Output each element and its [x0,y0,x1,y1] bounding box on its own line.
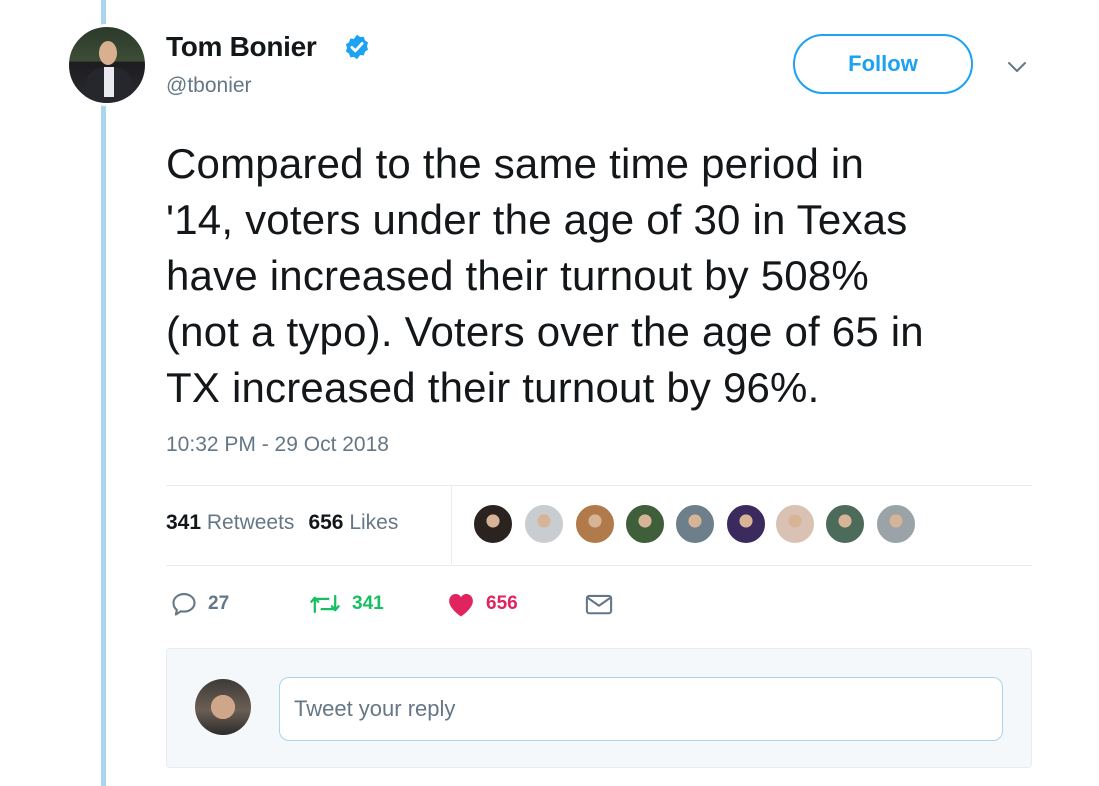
stats-divider [451,486,452,564]
liker-avatar[interactable] [472,503,514,545]
tweet-text-line: Compared to the same time period in [166,140,865,187]
divider [166,485,1032,486]
liker-avatar[interactable] [725,503,767,545]
reply-composer: Tweet your reply [166,648,1032,768]
retweet-button[interactable]: 341 [308,587,384,621]
liker-avatar[interactable] [674,503,716,545]
chevron-down-icon[interactable] [1006,58,1028,76]
retweets-stat[interactable]: 341 Retweets [166,511,294,534]
retweet-count: 341 [352,593,384,614]
tweet-text-line: have increased their turnout by 508% [166,252,869,299]
heart-icon [449,594,473,617]
envelope-icon [585,594,613,615]
liker-avatar[interactable] [774,503,816,545]
like-count: 656 [486,593,518,614]
author-avatar[interactable] [66,24,148,106]
liker-avatar[interactable] [824,503,866,545]
direct-message-button[interactable] [584,587,614,621]
tweet-stats: 341 Retweets 656 Likes [166,511,398,535]
tweet-text-line: '14, voters under the age of 30 in Texas [166,196,908,243]
like-button[interactable]: 656 [446,587,518,621]
thread-line [101,0,106,786]
liker-avatar[interactable] [574,503,616,545]
follow-button[interactable]: Follow [793,34,973,94]
reply-icon [172,593,196,616]
tweet-text: Compared to the same time period in '14,… [166,136,1046,416]
liker-avatar[interactable] [624,503,666,545]
reply-input[interactable]: Tweet your reply [279,677,1003,741]
tweet-timestamp[interactable]: 10:32 PM - 29 Oct 2018 [166,433,389,457]
viewer-avatar [195,679,251,735]
tweet-text-line: (not a typo). Voters over the age of 65 … [166,308,924,355]
retweet-icon [310,594,340,614]
likes-stat[interactable]: 656 Likes [308,511,398,534]
reply-count: 27 [208,593,230,614]
divider [166,565,1032,566]
liker-avatar[interactable] [523,503,565,545]
liker-avatar[interactable] [875,503,917,545]
reply-button[interactable]: 27 [170,587,229,621]
verified-badge-icon [345,34,369,60]
tweet-text-line: TX increased their turnout by 96%. [166,364,820,411]
author-name[interactable]: Tom Bonier [166,31,317,63]
author-handle[interactable]: @tbonier [166,74,252,98]
